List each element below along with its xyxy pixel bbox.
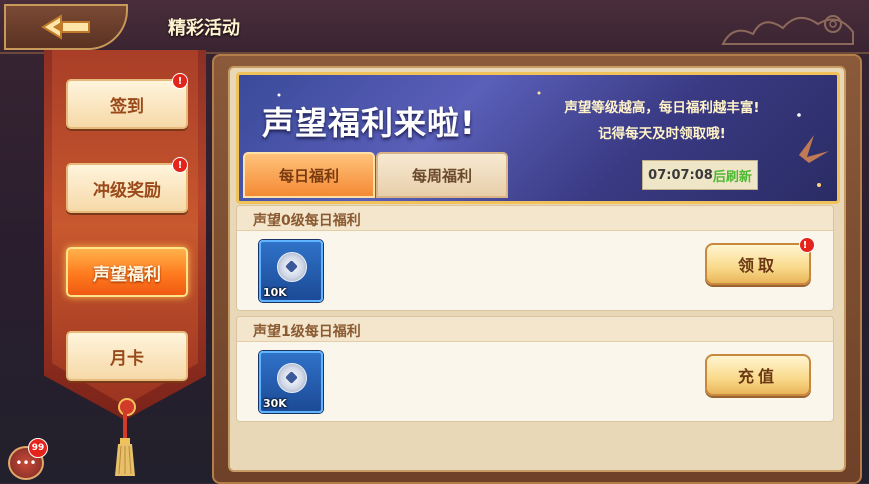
chat-count-badge: 99 — [28, 438, 48, 458]
tab-sign-in[interactable]: 签到 ! — [66, 73, 188, 129]
silver-coin-icon — [277, 252, 307, 282]
page-title: 精彩活动 — [168, 18, 240, 39]
tab-label: 冲级奖励 — [93, 180, 161, 201]
tab-monthly-card[interactable]: 月卡 — [66, 331, 188, 381]
reward-title: 声望0级每日福利 — [253, 213, 361, 229]
tassel-icon — [115, 412, 135, 476]
item-quantity: 30K — [263, 397, 287, 410]
reward-title: 声望1级每日福利 — [253, 324, 361, 340]
chat-bubble-icon: ••• — [15, 456, 37, 470]
reward-row-header: 声望0级每日福利 — [237, 206, 833, 231]
tab-label: 月卡 — [110, 348, 144, 369]
reward-row: 声望1级每日福利 30K 充值 — [236, 316, 834, 422]
cloud-decoration-icon — [721, 15, 854, 45]
recharge-button[interactable]: 充值 — [705, 354, 811, 396]
timer-suffix: 后刷新 — [712, 169, 752, 185]
claim-button[interactable]: 领取 ! — [705, 237, 815, 285]
notification-badge: ! — [172, 157, 188, 173]
silver-coin-icon — [277, 363, 307, 393]
reward-row-header: 声望1级每日福利 — [237, 317, 833, 342]
back-arrow-icon — [41, 14, 90, 40]
timer-value: 07:07:08 — [648, 167, 713, 183]
tab-daily-welfare[interactable]: 每日福利 — [243, 152, 375, 198]
reward-row: 声望0级每日福利 10K 领取 ! — [236, 205, 834, 311]
reward-item-slot[interactable]: 30K — [259, 351, 323, 413]
back-button[interactable] — [4, 4, 128, 50]
tab-level-rewards[interactable]: 冲级奖励 ! — [66, 157, 188, 213]
tab-prestige-welfare[interactable]: 声望福利 — [66, 247, 188, 297]
banner-description-line2: 记得每天及时领取哦! — [598, 126, 726, 142]
item-quantity: 10K — [263, 286, 287, 299]
tab-label: 声望福利 — [93, 264, 161, 285]
refresh-timer: 07:07:08 后刷新 — [642, 160, 758, 190]
claim-button-label: 领取 — [737, 256, 778, 275]
banner-title: 声望福利来啦! — [262, 104, 476, 142]
tab-label: 签到 — [110, 96, 144, 117]
reward-item-slot[interactable]: 10K — [259, 240, 323, 302]
notification-badge: ! — [799, 237, 815, 253]
notification-badge: ! — [172, 73, 188, 89]
banner-description-line1: 声望等级越高，每日福利越丰富! — [564, 100, 760, 116]
tab-weekly-welfare[interactable]: 每周福利 — [376, 152, 508, 198]
recharge-button-label: 充值 — [737, 367, 778, 386]
